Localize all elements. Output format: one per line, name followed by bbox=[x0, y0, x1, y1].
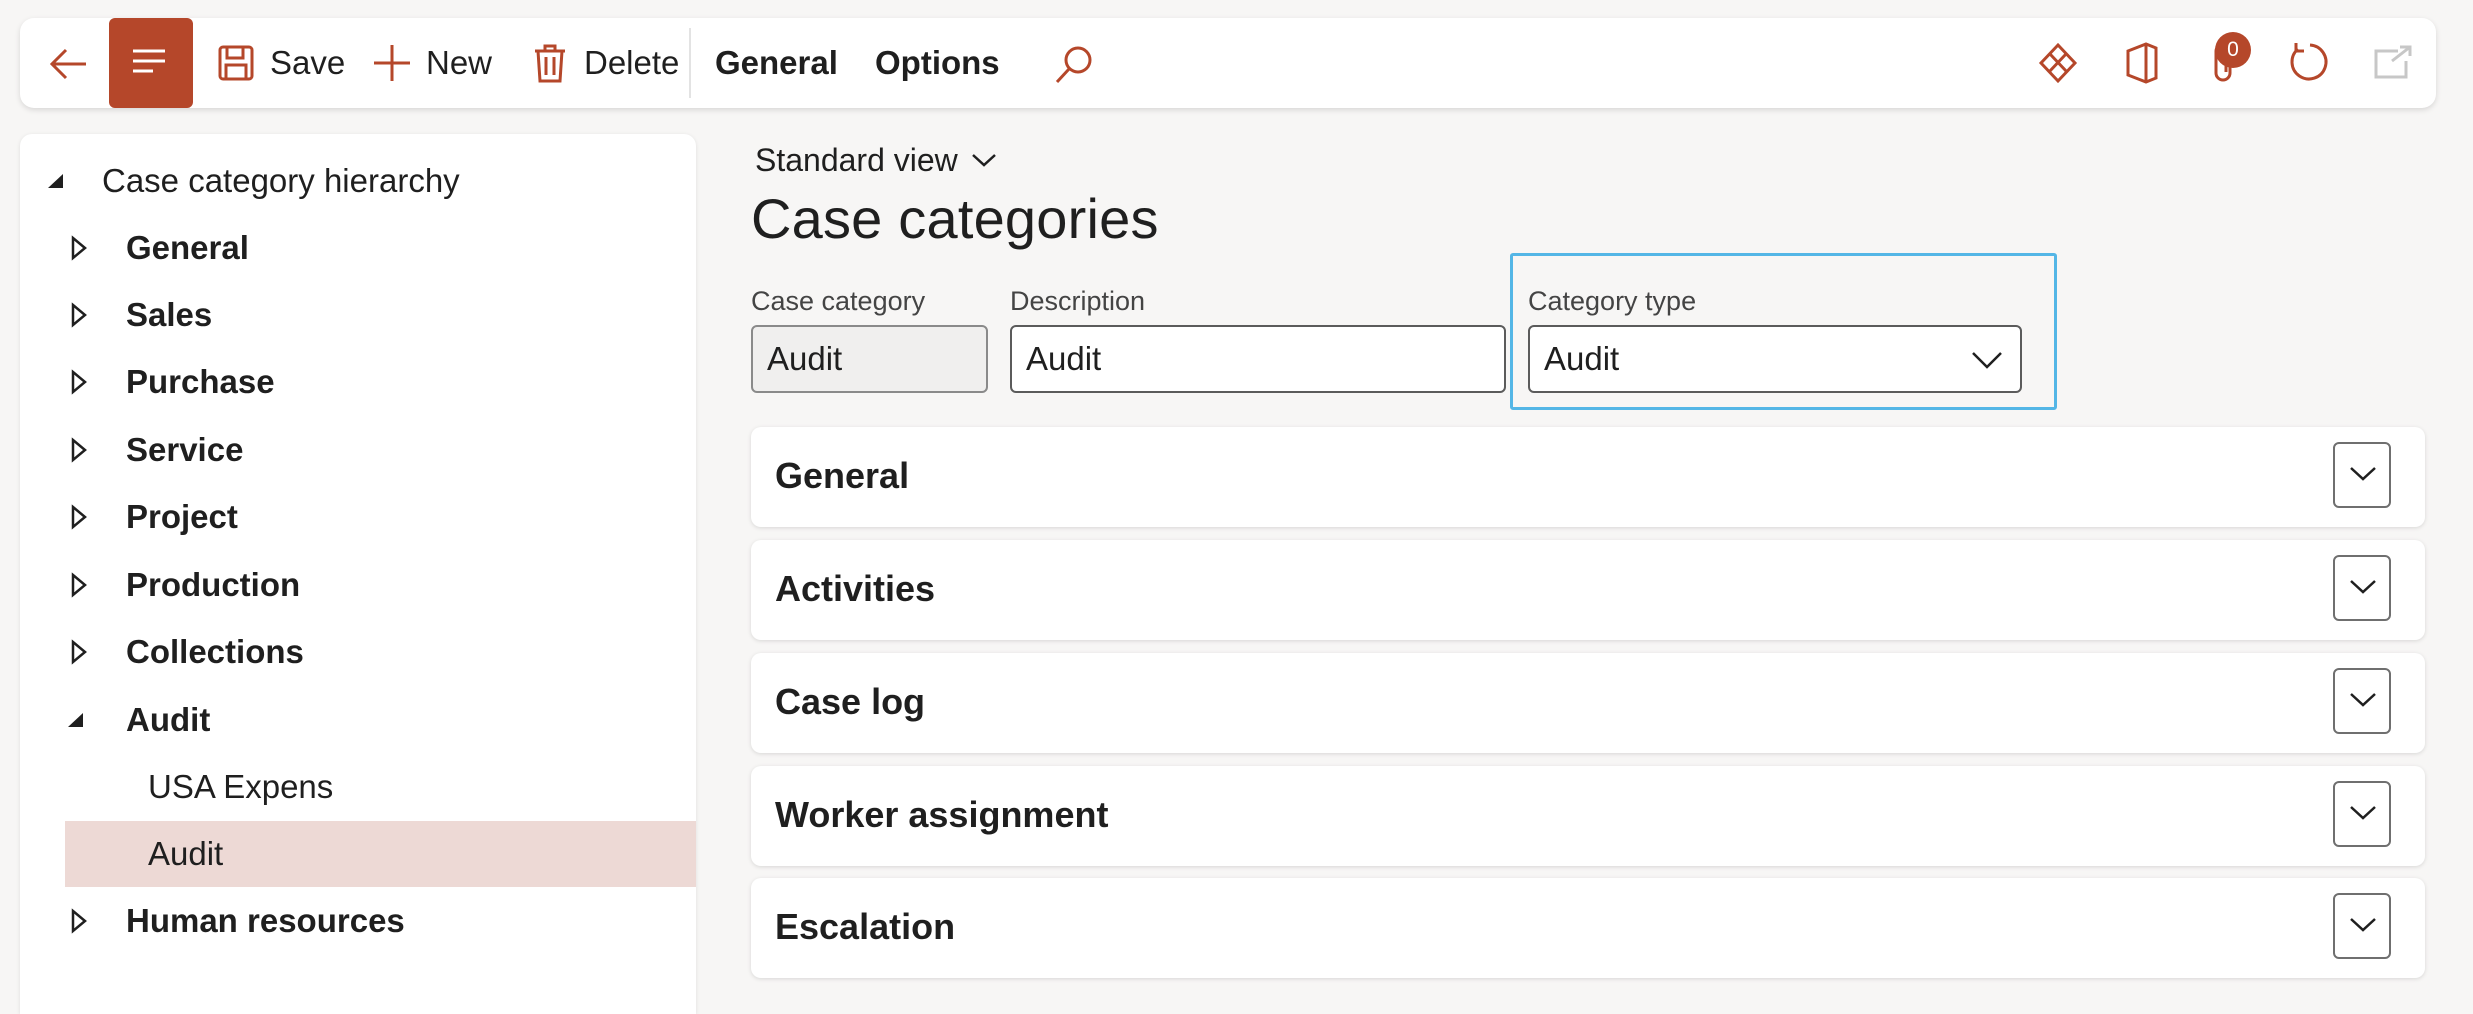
fasttab-title[interactable]: Activities bbox=[775, 568, 935, 610]
fasttab-worker-assignment: Worker assignment bbox=[751, 766, 2425, 866]
tree-item-project[interactable]: Project bbox=[20, 484, 696, 550]
chevron-down-icon bbox=[2350, 806, 2376, 820]
case-category-field[interactable]: Audit bbox=[751, 325, 988, 393]
tree-item-human-resources[interactable]: Human resources bbox=[20, 888, 696, 954]
tree-item-label: Service bbox=[126, 431, 244, 468]
tree-root-label: Case category hierarchy bbox=[102, 162, 460, 199]
hamburger-menu-button[interactable] bbox=[109, 18, 193, 108]
tree-item-label: Project bbox=[126, 498, 238, 535]
case-category-tree: Case category hierarchy General Sales Pu… bbox=[20, 134, 696, 1014]
tree-child-audit-selected[interactable]: Audit bbox=[65, 821, 696, 887]
category-type-select[interactable]: Audit bbox=[1528, 325, 2022, 393]
chevron-down-icon bbox=[2350, 467, 2376, 481]
collapsed-caret-icon bbox=[71, 908, 87, 934]
tab-general[interactable]: General bbox=[715, 18, 838, 108]
fasttab-activities: Activities bbox=[751, 540, 2425, 640]
tree-item-collections[interactable]: Collections bbox=[20, 619, 696, 685]
view-selector-label: Standard view bbox=[755, 141, 958, 178]
tree-item-general[interactable]: General bbox=[20, 215, 696, 281]
page-title: Case categories bbox=[751, 187, 1159, 250]
chevron-down-icon bbox=[971, 154, 996, 167]
collapsed-caret-icon bbox=[71, 572, 87, 598]
collapsed-caret-icon bbox=[71, 639, 87, 665]
fasttab-title[interactable]: Case log bbox=[775, 681, 925, 723]
toolbar-divider bbox=[689, 28, 691, 98]
tree-item-label: Purchase bbox=[126, 363, 275, 400]
collapsed-caret-icon bbox=[71, 302, 87, 328]
tree-child-usa-expens[interactable]: USA Expens bbox=[20, 754, 696, 820]
collapsed-caret-icon bbox=[71, 437, 87, 463]
tree-child-label: Audit bbox=[148, 835, 224, 872]
save-label: Save bbox=[270, 44, 346, 81]
tree-item-service[interactable]: Service bbox=[20, 417, 696, 483]
chevron-down-icon bbox=[1972, 352, 2002, 369]
tree-item-sales[interactable]: Sales bbox=[20, 282, 696, 348]
save-icon bbox=[218, 45, 254, 81]
tree-item-purchase[interactable]: Purchase bbox=[20, 349, 696, 415]
fasttab-case-log: Case log bbox=[751, 653, 2425, 753]
new-button[interactable]: New bbox=[372, 18, 492, 108]
tree-item-audit[interactable]: Audit bbox=[20, 687, 696, 753]
fasttab-general: General bbox=[751, 427, 2425, 527]
expand-toggle-button[interactable] bbox=[2333, 781, 2391, 847]
expanded-caret-icon bbox=[68, 713, 83, 727]
expanded-caret-icon bbox=[48, 174, 63, 188]
expand-toggle-button[interactable] bbox=[2333, 893, 2391, 959]
collapsed-caret-icon bbox=[71, 235, 87, 261]
tab-options[interactable]: Options bbox=[875, 18, 1000, 108]
description-field[interactable]: Audit bbox=[1010, 325, 1506, 393]
tree-item-label: Collections bbox=[126, 633, 304, 670]
plus-icon bbox=[374, 45, 410, 81]
office-icon[interactable] bbox=[2118, 39, 2166, 87]
category-type-value: Audit bbox=[1544, 340, 1620, 377]
tree-item-label: General bbox=[126, 229, 249, 266]
search-icon[interactable] bbox=[1051, 42, 1097, 88]
refresh-icon[interactable] bbox=[2284, 39, 2332, 87]
action-pane: Save New Delete General Options 0 bbox=[20, 18, 2436, 108]
tree-child-label: USA Expens bbox=[148, 768, 334, 805]
collapsed-caret-icon bbox=[71, 504, 87, 530]
fasttab-title[interactable]: General bbox=[775, 455, 909, 497]
trash-icon bbox=[535, 44, 565, 83]
save-button[interactable]: Save bbox=[216, 18, 345, 108]
expand-toggle-button[interactable] bbox=[2333, 442, 2391, 508]
delete-button[interactable]: Delete bbox=[530, 18, 679, 108]
back-arrow-icon[interactable] bbox=[46, 42, 90, 86]
tree-item-label: Audit bbox=[126, 701, 211, 738]
tree-item-label: Production bbox=[126, 566, 301, 603]
chevron-down-icon bbox=[2350, 580, 2376, 594]
attachment-count-badge: 0 bbox=[2215, 32, 2251, 68]
tree-item-production[interactable]: Production bbox=[20, 552, 696, 618]
tree-root[interactable]: Case category hierarchy bbox=[20, 148, 696, 214]
fasttab-title[interactable]: Escalation bbox=[775, 906, 955, 948]
power-apps-icon[interactable] bbox=[2034, 39, 2082, 87]
tree-item-label: Human resources bbox=[126, 902, 405, 939]
open-in-new-window-icon[interactable] bbox=[2368, 39, 2416, 87]
fasttab-title[interactable]: Worker assignment bbox=[775, 794, 1108, 836]
description-label: Description bbox=[1010, 286, 1146, 316]
collapsed-caret-icon bbox=[71, 369, 87, 395]
delete-label: Delete bbox=[584, 44, 680, 81]
fasttab-escalation: Escalation bbox=[751, 878, 2425, 978]
expand-toggle-button[interactable] bbox=[2333, 555, 2391, 621]
expand-toggle-button[interactable] bbox=[2333, 668, 2391, 734]
category-type-label: Category type bbox=[1528, 286, 1697, 316]
case-category-label: Case category bbox=[751, 286, 926, 316]
chevron-down-icon bbox=[2350, 693, 2376, 707]
tree-item-label: Sales bbox=[126, 296, 213, 333]
chevron-down-icon bbox=[2350, 918, 2376, 932]
view-selector[interactable]: Standard view bbox=[755, 138, 998, 182]
new-label: New bbox=[426, 44, 493, 81]
